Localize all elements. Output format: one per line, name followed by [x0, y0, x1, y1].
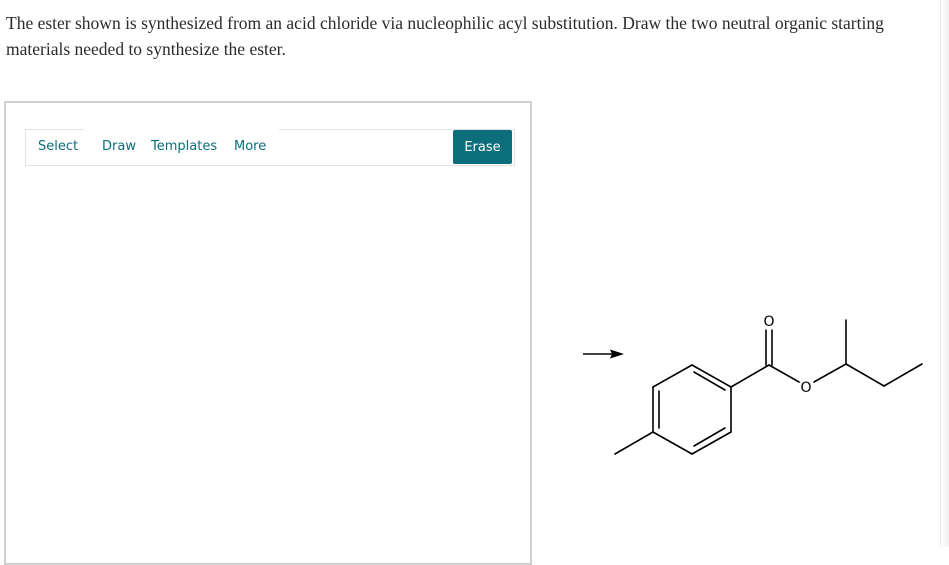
reaction-scheme: O O [583, 314, 923, 455]
drawing-editor[interactable]: Select Draw Templates More Erase [4, 101, 532, 565]
atom-label-ester-oxygen: O [800, 380, 811, 396]
tab-more[interactable]: More [234, 139, 266, 154]
editor-toolbar: Select Draw Templates More Erase [25, 129, 515, 166]
tab-draw[interactable]: Draw [102, 139, 136, 154]
ester-product-structure [614, 319, 923, 455]
toolbar-divider [26, 129, 84, 130]
tab-select[interactable]: Select [38, 139, 78, 154]
erase-button[interactable]: Erase [453, 130, 512, 164]
question-text: The ester shown is synthesized from an a… [6, 13, 884, 59]
reaction-arrow [583, 349, 624, 359]
scrollbar-track[interactable] [940, 0, 949, 547]
tab-templates[interactable]: Templates [151, 139, 217, 154]
atom-label-carbonyl-oxygen: O [763, 314, 774, 330]
